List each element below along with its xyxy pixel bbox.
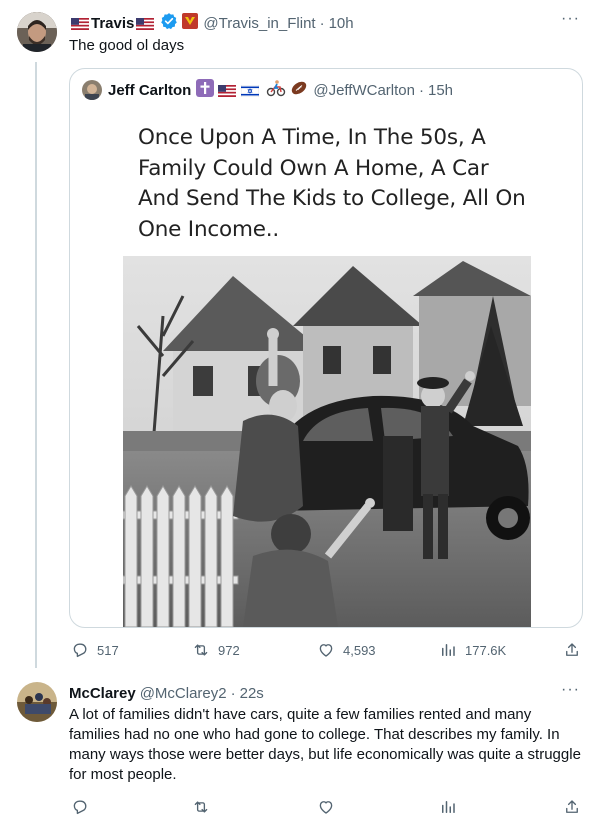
us-flag-icon <box>136 17 155 30</box>
separator: · <box>319 14 325 32</box>
vintage-family-photo <box>123 256 531 627</box>
tweet-header: Travis @Travis_in_Flint · 10h <box>69 13 354 33</box>
retweet-icon <box>194 644 208 656</box>
tweet-actions: 517 972 4,593 177.6K <box>69 640 583 660</box>
affiliate-badge-icon[interactable] <box>182 13 199 33</box>
display-name[interactable]: Travis <box>91 15 134 32</box>
avatar-mcclarey[interactable] <box>17 682 57 722</box>
retweet-button[interactable] <box>192 797 210 817</box>
meme-caption: Once Upon A Time, In The 50s, A Family C… <box>138 125 526 242</box>
separator: · <box>419 81 424 99</box>
share-icon <box>566 643 578 656</box>
timestamp[interactable]: 10h <box>329 15 354 32</box>
football-icon <box>290 80 308 100</box>
heart-icon <box>319 644 333 657</box>
reply-button[interactable]: 517 <box>71 640 119 660</box>
verified-badge-icon[interactable] <box>160 12 178 34</box>
heart-icon <box>319 801 333 814</box>
reply-icon <box>73 643 87 658</box>
like-count: 4,593 <box>343 642 376 658</box>
us-flag-icon <box>218 84 237 97</box>
more-options-icon[interactable]: ··· <box>561 10 580 28</box>
avatar-travis-image <box>17 12 57 52</box>
us-flag-icon <box>71 17 89 30</box>
handle[interactable]: @Travis_in_Flint <box>203 15 315 32</box>
avatar-mcclarey-image <box>17 682 57 722</box>
reply-button[interactable] <box>71 797 89 817</box>
reply-count: 517 <box>97 642 119 658</box>
thread-line <box>35 62 37 668</box>
retweet-button[interactable]: 972 <box>192 640 240 660</box>
share-icon <box>566 800 578 813</box>
quoted-display-name[interactable]: Jeff Carlton <box>108 82 191 99</box>
cyclist-icon <box>266 79 286 101</box>
quoted-handle[interactable]: @JeffWCarlton <box>313 82 415 99</box>
handle[interactable]: @McClarey2 <box>140 685 227 702</box>
views-button[interactable] <box>439 797 457 817</box>
retweet-icon <box>194 801 208 813</box>
cross-icon <box>196 79 215 101</box>
quoted-tweet-image[interactable]: Once Upon A Time, In The 50s, A Family C… <box>123 121 531 627</box>
tweet-reply[interactable]: McClarey @McClarey2 · 22s ··· A lot of f… <box>0 672 598 829</box>
quoted-tweet[interactable]: Jeff Carlton @JeffWCarlton · 15h Once Up… <box>69 68 583 628</box>
quoted-timestamp[interactable]: 15h <box>428 82 453 99</box>
quoted-tweet-header: Jeff Carlton @JeffWCarlton · 15h <box>82 79 453 101</box>
views-count: 177.6K <box>465 642 507 658</box>
israel-flag-icon <box>241 84 260 98</box>
share-button[interactable] <box>563 797 581 817</box>
separator: · <box>230 684 236 702</box>
views-icon <box>442 801 455 813</box>
views-icon <box>442 644 455 656</box>
like-button[interactable]: 4,593 <box>317 640 376 660</box>
views-button[interactable]: 177.6K <box>439 640 506 660</box>
reply-header: McClarey @McClarey2 · 22s <box>69 683 264 703</box>
tweet-text: The good ol days <box>69 37 185 54</box>
like-button[interactable] <box>317 797 335 817</box>
timestamp[interactable]: 22s <box>240 685 264 702</box>
avatar-jeff[interactable] <box>82 80 102 100</box>
tweet-main[interactable]: Travis @Travis_in_Flint · 10h ··· The go… <box>0 0 598 670</box>
reply-text: A lot of families didn't have cars, quit… <box>69 706 581 783</box>
share-button[interactable] <box>563 640 581 660</box>
reply-icon <box>73 800 87 815</box>
retweet-count: 972 <box>218 642 240 658</box>
avatar-travis[interactable] <box>17 12 57 52</box>
more-options-icon[interactable]: ··· <box>561 681 580 699</box>
reply-actions <box>69 797 583 817</box>
display-name[interactable]: McClarey <box>69 685 136 702</box>
